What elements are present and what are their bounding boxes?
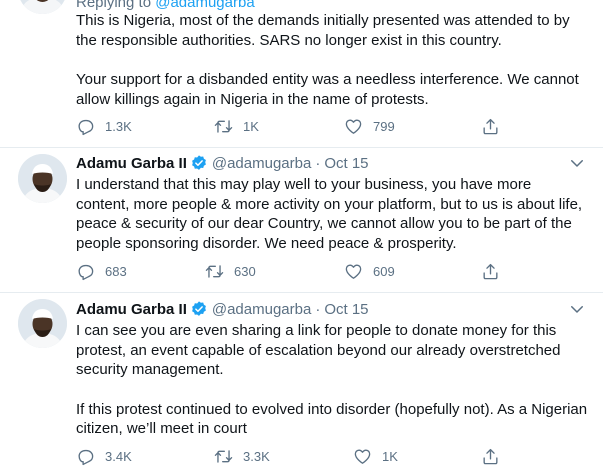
tweet-actions: 683 630 609 xyxy=(76,261,588,281)
heart-icon xyxy=(345,263,362,279)
retweet-count: 630 xyxy=(234,263,256,279)
retweet-button[interactable]: 3.3K xyxy=(214,446,270,466)
reply-icon xyxy=(78,264,94,280)
retweet-icon xyxy=(214,119,233,133)
replying-to: Replying to @adamugarba xyxy=(76,0,255,11)
reply-icon xyxy=(78,449,94,465)
handle[interactable]: @adamugarba xyxy=(212,301,311,318)
heart-icon xyxy=(354,448,371,464)
retweet-count: 1K xyxy=(243,118,259,134)
tweet-paragraph: This is Nigeria, most of the demands ini… xyxy=(76,12,570,49)
display-name[interactable]: Adamu Garba II xyxy=(76,155,187,172)
tweet-header: Adamu Garba II @adamugarba · Oct 15 xyxy=(76,153,369,173)
handle[interactable]: @adamugarba xyxy=(212,155,311,172)
avatar[interactable] xyxy=(18,299,67,348)
tweet-actions: 1.3K 1K 799 xyxy=(76,116,588,136)
reply-count: 683 xyxy=(105,263,127,279)
retweet-icon xyxy=(205,264,224,278)
tweet-3[interactable]: Adamu Garba II @adamugarba · Oct 15 I ca… xyxy=(0,293,603,466)
tweet-paragraph: Your support for a disbanded entity was … xyxy=(76,71,579,108)
retweet-button[interactable]: 630 xyxy=(205,261,256,281)
chevron-down-icon[interactable] xyxy=(568,154,586,172)
retweet-icon xyxy=(214,449,233,463)
separator-dot: · xyxy=(315,300,321,318)
share-icon xyxy=(483,263,498,279)
verified-badge-icon xyxy=(191,155,206,170)
display-name[interactable]: Adamu Garba II xyxy=(76,301,187,318)
reply-button[interactable]: 3.4K xyxy=(76,446,132,466)
tweet-text: I understand that this may play well to … xyxy=(76,175,588,253)
like-count: 799 xyxy=(373,118,395,134)
verified-badge-icon xyxy=(191,301,206,316)
reply-button[interactable]: 683 xyxy=(76,261,127,281)
retweet-count: 3.3K xyxy=(243,448,270,464)
reply-count: 1.3K xyxy=(105,118,132,134)
reply-button[interactable]: 1.3K xyxy=(76,116,132,136)
avatar[interactable] xyxy=(18,0,67,14)
like-count: 609 xyxy=(373,263,395,279)
tweet-2[interactable]: Adamu Garba II @adamugarba · Oct 15 I un… xyxy=(0,148,603,293)
like-count: 1K xyxy=(382,448,398,464)
tweet-actions: 3.4K 3.3K 1K xyxy=(76,446,588,466)
tweet-paragraph: I can see you are even sharing a link fo… xyxy=(76,322,561,378)
replying-handle-link[interactable]: @adamugarba xyxy=(155,0,254,11)
share-button[interactable] xyxy=(481,446,500,466)
retweet-button[interactable]: 1K xyxy=(214,116,259,136)
tweet-text: This is Nigeria, most of the demands ini… xyxy=(76,11,588,109)
heart-icon xyxy=(345,118,362,134)
tweet-1[interactable]: Replying to @adamugarba This is Nigeria,… xyxy=(0,0,603,148)
separator-dot: · xyxy=(315,154,321,172)
tweet-paragraph: If this protest continued to evolved int… xyxy=(76,400,588,438)
tweet-date[interactable]: Oct 15 xyxy=(324,301,368,318)
like-button[interactable]: 799 xyxy=(344,116,395,136)
like-button[interactable]: 609 xyxy=(344,261,395,281)
avatar[interactable] xyxy=(18,154,67,203)
share-button[interactable] xyxy=(481,261,500,281)
tweet-paragraph: I understand that this may play well to … xyxy=(76,176,583,252)
tweet-header: Adamu Garba II @adamugarba · Oct 15 xyxy=(76,299,369,319)
share-button[interactable] xyxy=(481,116,500,136)
reply-count: 3.4K xyxy=(105,448,132,464)
chevron-down-icon[interactable] xyxy=(568,300,586,318)
reply-icon xyxy=(78,119,94,135)
share-icon xyxy=(483,448,498,464)
like-button[interactable]: 1K xyxy=(353,446,398,466)
replying-prefix: Replying to xyxy=(76,0,152,11)
tweet-date[interactable]: Oct 15 xyxy=(324,155,368,172)
share-icon xyxy=(483,118,498,134)
tweet-text: I can see you are even sharing a link fo… xyxy=(76,321,588,439)
